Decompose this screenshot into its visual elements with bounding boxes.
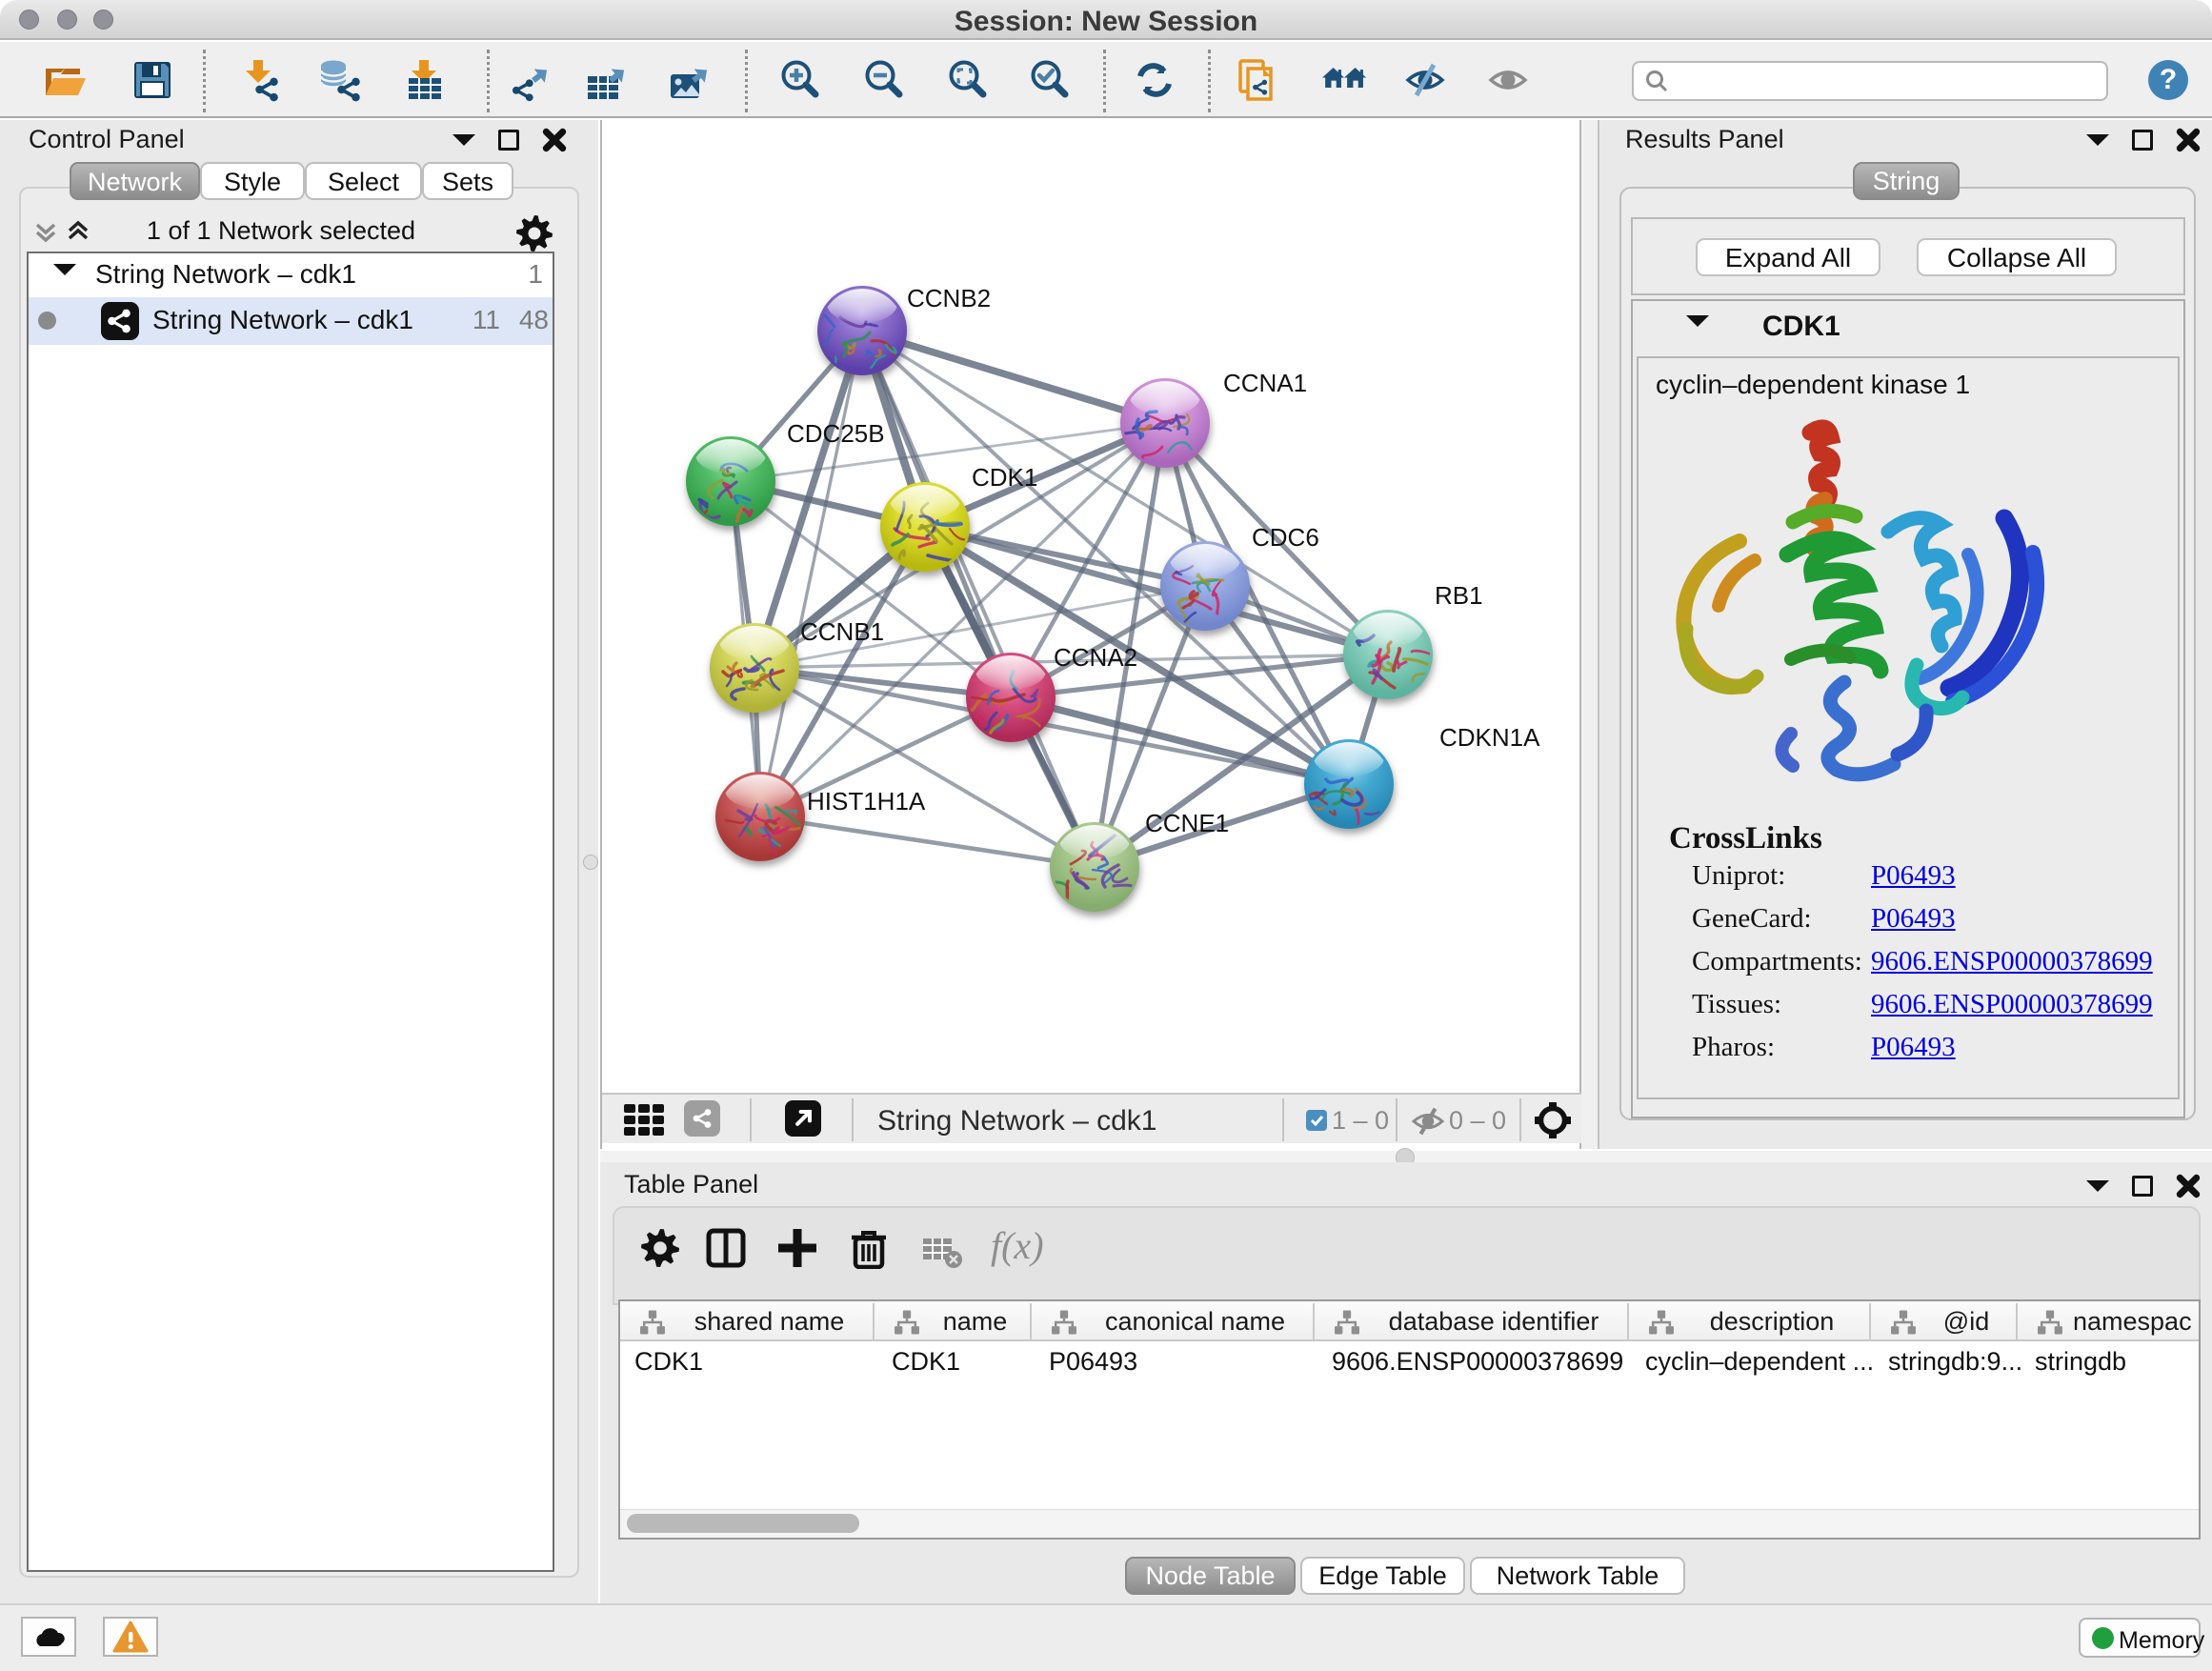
- svg-text:HIST1H1A: HIST1H1A: [807, 787, 926, 815]
- svg-text:CDKN1A: CDKN1A: [1439, 723, 1540, 752]
- svg-text:RB1: RB1: [1435, 581, 1483, 610]
- svg-text:CDC25B: CDC25B: [787, 419, 885, 448]
- svg-text:CDK1: CDK1: [972, 463, 1037, 492]
- svg-text:CDC6: CDC6: [1252, 523, 1319, 552]
- svg-text:?: ?: [2160, 64, 2177, 95]
- svg-text:CCNB1: CCNB1: [800, 617, 884, 646]
- svg-text:CCNE1: CCNE1: [1145, 809, 1229, 837]
- svg-text:CCNA1: CCNA1: [1223, 369, 1307, 397]
- svg-text:CCNA2: CCNA2: [1054, 643, 1137, 672]
- svg-text:CCNB2: CCNB2: [907, 284, 991, 312]
